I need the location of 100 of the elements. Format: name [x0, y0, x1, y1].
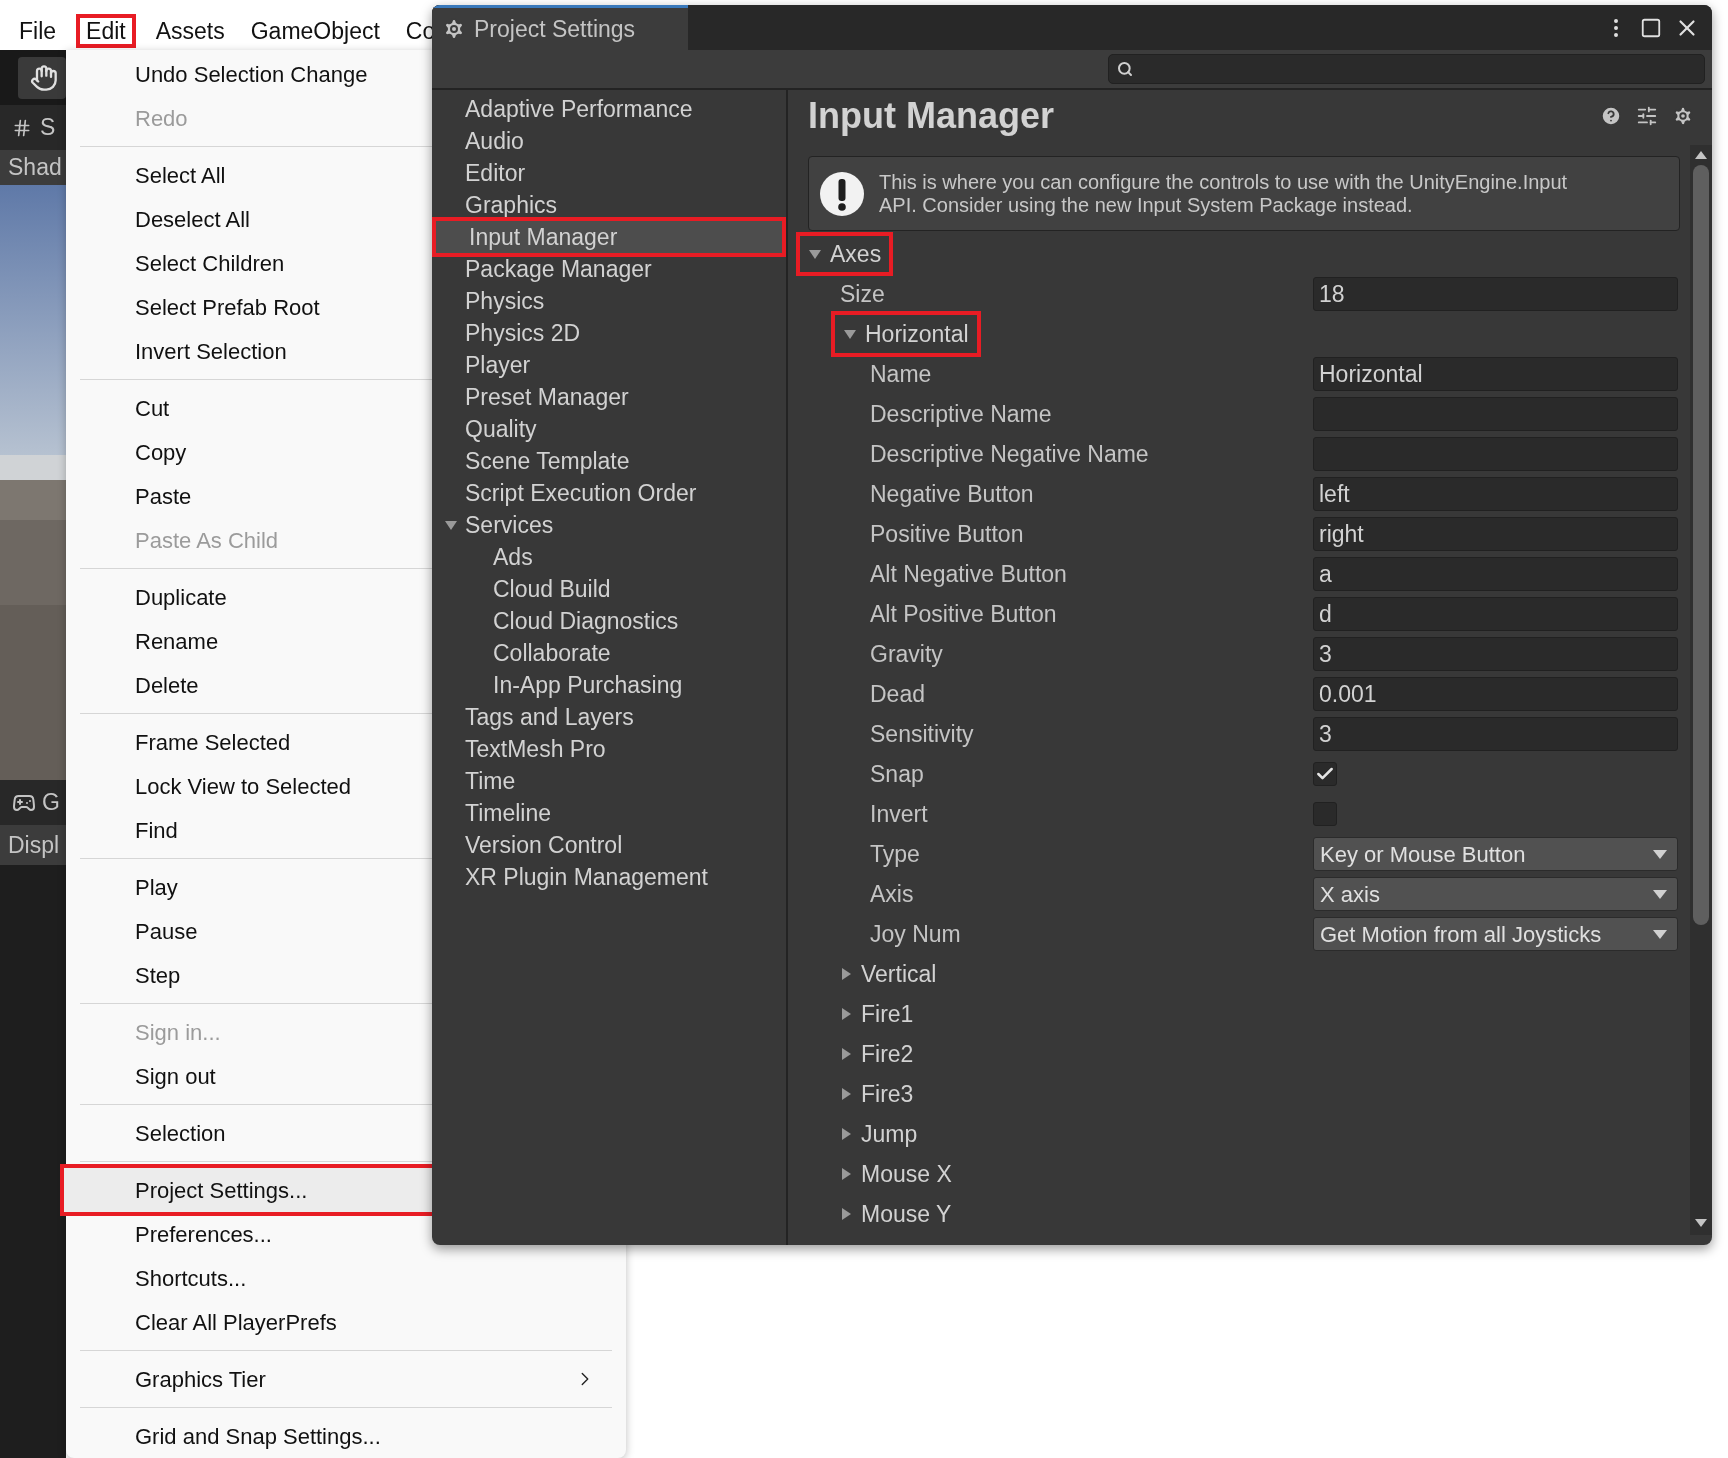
sidebar-item[interactable]: Input Manager — [432, 217, 786, 257]
caret-down-icon — [1653, 849, 1667, 859]
expand-triangle-icon[interactable] — [808, 247, 822, 261]
text-field[interactable]: right — [1313, 517, 1678, 551]
sliders-icon[interactable] — [1636, 105, 1658, 127]
sidebar-item[interactable]: Script Execution Order — [432, 477, 786, 509]
page-title: Input Manager — [808, 94, 1055, 138]
property-label: Size — [840, 279, 886, 309]
expand-triangle-icon[interactable] — [839, 1207, 853, 1221]
sidebar-item[interactable]: Preset Manager — [432, 381, 786, 413]
sidebar-item[interactable]: XR Plugin Management — [432, 861, 786, 893]
search-icon — [1117, 61, 1133, 77]
axis-foldout[interactable]: Fire2 — [831, 1034, 922, 1074]
sidebar-item[interactable]: Quality — [432, 413, 786, 445]
checkbox[interactable] — [1313, 762, 1337, 786]
axis-foldout[interactable]: Horizontal — [831, 311, 981, 357]
text-field[interactable]: 18 — [1313, 277, 1678, 311]
scroll-up-icon[interactable] — [1695, 151, 1707, 159]
help-text: This is where you can configure the controls to use with the UnityEngine.Input API. Consider using the new Input System Package instead. — [879, 170, 1569, 217]
sidebar-item[interactable]: Editor — [432, 157, 786, 189]
axis-foldout[interactable]: Fire3 — [831, 1074, 922, 1114]
axis-foldout[interactable]: Jump — [831, 1114, 926, 1154]
sidebar-item[interactable]: TextMesh Pro — [432, 733, 786, 765]
game-tab[interactable]: G — [0, 780, 66, 825]
scrollbar-thumb[interactable] — [1693, 165, 1709, 925]
sidebar-item[interactable]: Player — [432, 349, 786, 381]
expand-triangle-icon[interactable] — [443, 518, 458, 532]
dropdown[interactable]: Key or Mouse Button — [1313, 837, 1678, 871]
axis-foldout[interactable]: Mouse Y — [831, 1194, 960, 1234]
sidebar-item[interactable]: Ads — [432, 541, 786, 573]
property-label: Alt Negative Button — [870, 559, 1068, 589]
menu-bar-item[interactable]: File — [13, 14, 63, 48]
sidebar-item[interactable]: Cloud Build — [432, 573, 786, 605]
maximize-icon[interactable] — [1640, 16, 1662, 39]
property-label: Joy Num — [870, 919, 962, 949]
dropdown[interactable]: Get Motion from all Joysticks — [1313, 917, 1678, 951]
window-tab[interactable]: Project Settings — [432, 5, 688, 50]
hand-tool-button[interactable] — [18, 56, 66, 99]
expand-triangle-icon[interactable] — [839, 967, 853, 981]
caret-down-icon — [1653, 889, 1667, 899]
property-label: Sensitivity — [870, 719, 975, 749]
property-label: Descriptive Negative Name — [870, 439, 1150, 469]
text-field[interactable]: left — [1313, 477, 1678, 511]
text-field[interactable]: Horizontal — [1313, 357, 1678, 391]
text-field[interactable]: 3 — [1313, 717, 1678, 751]
property-label: Invert — [870, 799, 929, 829]
sidebar-item[interactable]: Physics — [432, 285, 786, 317]
scroll-down-icon[interactable] — [1695, 1219, 1707, 1227]
sidebar-item[interactable]: Audio — [432, 125, 786, 157]
property-label: Name — [870, 359, 933, 389]
sidebar-item[interactable]: Timeline — [432, 797, 786, 829]
warning-icon — [819, 170, 865, 217]
axis-foldout[interactable]: Vertical — [831, 954, 945, 994]
text-field[interactable]: d — [1313, 597, 1678, 631]
property-label: Type — [870, 839, 921, 869]
sidebar-item[interactable]: In-App Purchasing — [432, 669, 786, 701]
display-label[interactable]: Displ — [8, 827, 60, 863]
sidebar-item[interactable]: Scene Template — [432, 445, 786, 477]
sidebar-item[interactable]: Tags and Layers — [432, 701, 786, 733]
expand-triangle-icon[interactable] — [839, 1167, 853, 1181]
menu-item[interactable]: Graphics Tier — [66, 1357, 626, 1401]
sidebar-item[interactable]: Collaborate — [432, 637, 786, 669]
caret-down-icon — [1653, 929, 1667, 939]
shading-label[interactable]: Shad — [8, 150, 62, 185]
property-label: Positive Button — [870, 519, 1025, 549]
expand-triangle-icon[interactable] — [839, 1007, 853, 1021]
text-field[interactable]: 3 — [1313, 637, 1678, 671]
text-field[interactable]: 0.001 — [1313, 677, 1678, 711]
menu-bar-item[interactable]: Edit — [76, 14, 136, 48]
sidebar-item[interactable]: Adaptive Performance — [432, 93, 786, 125]
menu-item[interactable]: Clear All PlayerPrefs — [66, 1300, 626, 1344]
scrollbar[interactable] — [1690, 145, 1712, 1235]
text-field[interactable]: a — [1313, 557, 1678, 591]
settings-icon[interactable] — [1672, 105, 1694, 127]
menu-item[interactable]: Grid and Snap Settings... — [66, 1414, 626, 1458]
axis-foldout[interactable]: Mouse X — [831, 1154, 960, 1194]
property-label: Axis — [870, 879, 915, 909]
sidebar-item[interactable]: Services — [432, 509, 786, 541]
menu-bar-item[interactable]: GameObject — [244, 14, 386, 48]
menu-item[interactable]: Shortcuts... — [66, 1256, 626, 1300]
dropdown[interactable]: X axis — [1313, 877, 1678, 911]
hash-icon — [12, 117, 32, 138]
menu-bar-item[interactable]: Assets — [149, 14, 231, 48]
sidebar-item[interactable]: Version Control — [432, 829, 786, 861]
property-label: Negative Button — [870, 479, 1035, 509]
help-icon[interactable] — [1600, 105, 1622, 127]
property-label: Descriptive Name — [870, 399, 1053, 429]
axis-foldout[interactable]: Fire1 — [831, 994, 922, 1034]
property-label: Dead — [870, 679, 926, 709]
hand-icon — [30, 63, 58, 92]
search-field[interactable] — [1108, 54, 1705, 84]
scene-tab[interactable]: S — [0, 105, 66, 150]
sidebar-item[interactable]: Time — [432, 765, 786, 797]
expand-triangle-icon[interactable] — [839, 1087, 853, 1101]
axes-foldout[interactable]: Axes — [796, 232, 894, 276]
expand-triangle-icon[interactable] — [843, 327, 857, 341]
expand-triangle-icon[interactable] — [839, 1047, 853, 1061]
sidebar-item[interactable]: Physics 2D — [432, 317, 786, 349]
sidebar-item[interactable]: Cloud Diagnostics — [432, 605, 786, 637]
expand-triangle-icon[interactable] — [839, 1127, 853, 1141]
